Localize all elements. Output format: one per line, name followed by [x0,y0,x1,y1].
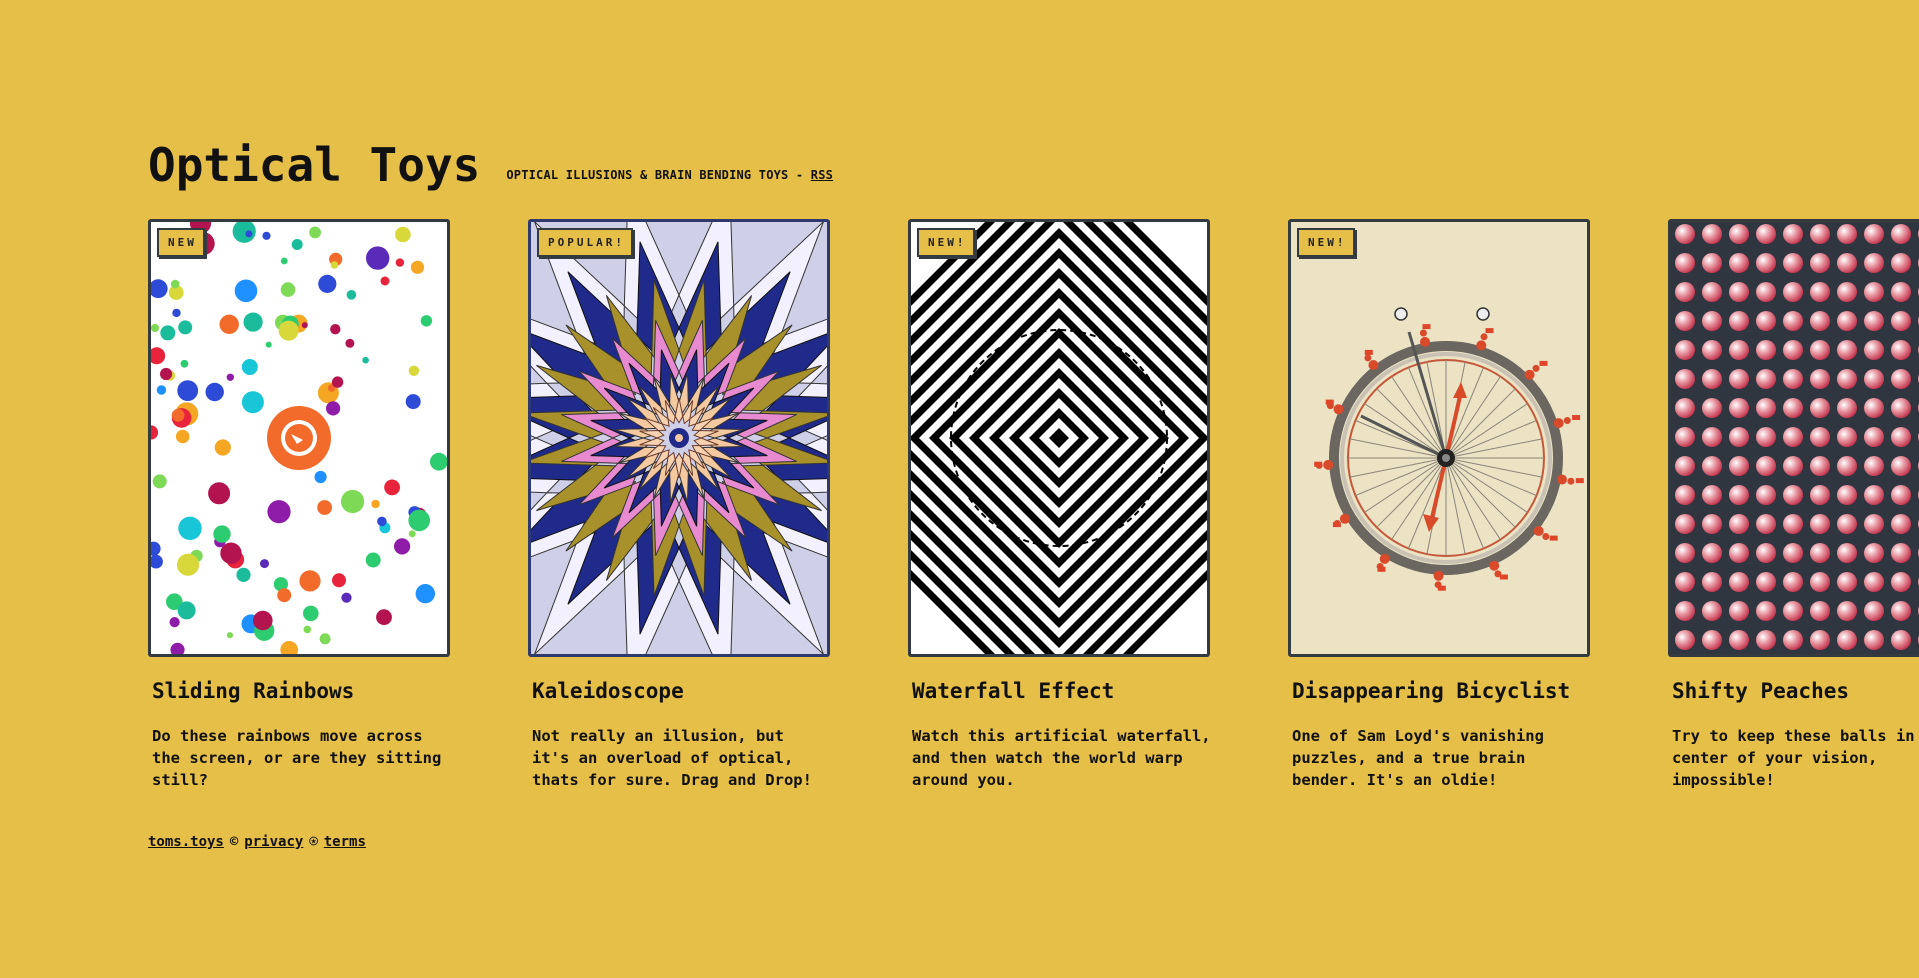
card-description: Do these rainbows move across the screen… [152,727,442,789]
page: Optical Toys OPTICAL ILLUSIONS & BRAIN B… [0,0,1919,978]
new-badge: NEW! [917,228,975,257]
sliding-rainbows-thumbnail[interactable]: NEW [148,219,450,657]
card-title[interactable]: Shifty Peaches [1672,679,1919,703]
rss-link[interactable]: RSS [811,168,833,182]
page-title: Optical Toys [148,138,481,192]
card-title[interactable]: Disappearing Bicyclist [1292,679,1592,703]
card-description: Not really an illusion, but it's an over… [532,727,812,789]
kaleidoscope-thumbnail[interactable]: POPULAR! [528,219,830,657]
toy-card-sliding-rainbows[interactable]: NEW Sliding Rainbows Do these rainbows m… [148,219,452,791]
subtitle-text: OPTICAL ILLUSIONS & BRAIN BENDING TOYS - [506,168,811,182]
terms-link[interactable]: terms [324,834,366,850]
star-icon: ⍟ [309,834,318,850]
waterfall-image [911,222,1207,654]
rainbow-dots-image [151,222,447,654]
page-header: Optical Toys OPTICAL ILLUSIONS & BRAIN B… [148,142,833,188]
site-link[interactable]: toms.toys [148,834,224,850]
new-badge: NEW! [1297,228,1355,257]
card-title[interactable]: Sliding Rainbows [152,679,452,703]
toy-card-shifty-peaches[interactable]: Shifty Peaches Try to keep these balls i… [1668,219,1919,791]
new-badge: NEW [157,228,205,257]
toy-card-kaleidoscope[interactable]: POPULAR! Kaleidoscope Not really an illu… [528,219,832,791]
privacy-link[interactable]: privacy [244,834,303,850]
card-description: One of Sam Loyd's vanishing puzzles, and… [1292,727,1544,789]
popular-badge: POPULAR! [537,228,633,257]
card-description: Try to keep these balls in the center of… [1672,727,1915,789]
card-title[interactable]: Kaleidoscope [532,679,832,703]
page-subtitle: OPTICAL ILLUSIONS & BRAIN BENDING TOYS -… [506,168,833,182]
waterfall-thumbnail[interactable]: NEW! [908,219,1210,657]
kaleidoscope-image [531,222,827,654]
bicyclist-thumbnail[interactable]: NEW! [1288,219,1590,657]
peaches-thumbnail[interactable] [1668,219,1919,657]
peaches-grid-image [1671,222,1919,654]
card-title[interactable]: Waterfall Effect [912,679,1212,703]
footer: toms.toys © privacy ⍟ terms [148,834,366,850]
bicyclist-wheel-image [1291,222,1587,654]
copyright-icon: © [229,834,239,850]
toy-card-disappearing-bicyclist[interactable]: NEW! Disappearing Bicyclist One of Sam L… [1288,219,1592,791]
toy-cards: NEW Sliding Rainbows Do these rainbows m… [148,219,1919,819]
card-description: Watch this artificial waterfall, and the… [912,727,1211,789]
toy-card-waterfall-effect[interactable]: NEW! Waterfall Effect Watch this artific… [908,219,1212,791]
